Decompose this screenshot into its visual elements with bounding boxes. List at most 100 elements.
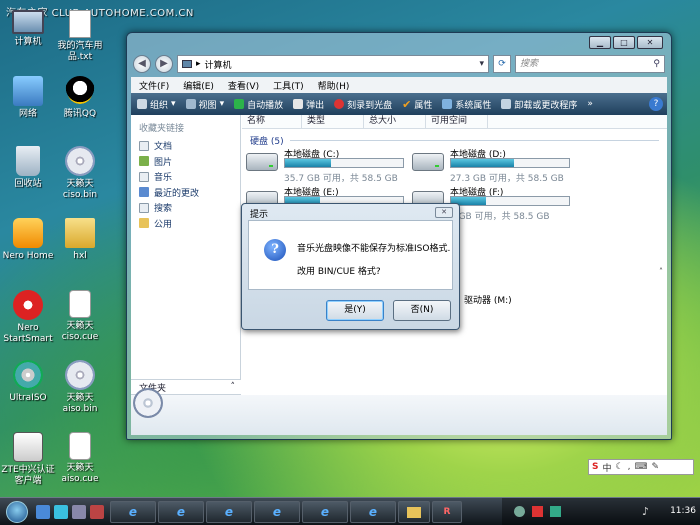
nav-item-searches[interactable]: 搜索: [131, 200, 240, 216]
views-button[interactable]: 视图 ▾: [185, 98, 224, 111]
ie-quicklaunch-icon[interactable]: [54, 505, 68, 519]
search-input[interactable]: 搜索 ⚲: [515, 55, 665, 73]
organize-button[interactable]: 组织 ▾: [137, 98, 176, 111]
taskbar-button-app[interactable]: R: [432, 501, 462, 523]
help-icon[interactable]: ?: [649, 97, 663, 111]
recent-changes-icon: [139, 187, 149, 198]
back-button[interactable]: ◀: [133, 55, 151, 73]
drive-usage-bar: [450, 196, 570, 206]
uninstall-programs-button[interactable]: 卸载或更改程序: [501, 98, 577, 111]
address-row: ◀ ▶ ▸ 计算机 ▾ ⟳ 搜索 ⚲: [133, 53, 665, 75]
tray-icon[interactable]: [514, 506, 525, 517]
yes-button[interactable]: 是(Y): [326, 300, 384, 321]
dialog-close-button[interactable]: ✕: [435, 207, 453, 218]
minimize-button[interactable]: ▁: [589, 36, 611, 49]
taskbar-button-ie-1[interactable]: e: [110, 501, 156, 523]
no-button[interactable]: 否(N): [393, 300, 451, 321]
taskbar-button-ie-6[interactable]: e: [350, 501, 396, 523]
desktop-icon-nero-startsmart[interactable]: Nero StartSmart: [0, 290, 56, 345]
column-header-total-size[interactable]: 总大小: [364, 115, 426, 128]
tray-icon[interactable]: [550, 506, 561, 517]
desktop-icon-network[interactable]: 网络: [0, 76, 56, 120]
search-placeholder: 搜索: [520, 59, 539, 69]
column-header-type[interactable]: 类型: [302, 115, 364, 128]
eject-button[interactable]: 弹出: [293, 98, 324, 111]
desktop-icon-text-file[interactable]: 我的汽车用品.txt: [52, 10, 108, 63]
nav-item-pictures[interactable]: 图片: [131, 154, 240, 170]
column-header-free-space[interactable]: 可用空间: [426, 115, 488, 128]
menu-tools[interactable]: 工具(T): [273, 79, 304, 92]
nav-item-public[interactable]: 公用: [131, 216, 240, 232]
nero-startsmart-icon: [13, 290, 43, 320]
nav-item-label: 图片: [154, 157, 173, 168]
search-icon[interactable]: ⚲: [653, 56, 664, 72]
taskbar-button-ie-2[interactable]: e: [158, 501, 204, 523]
start-button[interactable]: [6, 501, 28, 523]
desktop-icon-zte[interactable]: ZTE中兴认证客户端: [0, 432, 56, 487]
tray-icon[interactable]: [532, 506, 543, 517]
column-header-name[interactable]: 名称: [242, 115, 302, 128]
forward-button[interactable]: ▶: [155, 55, 173, 73]
desktop-icon-hxl[interactable]: hxl: [52, 218, 108, 262]
drive-free-space: 27.3 GB 可用，共 58.5 GB: [450, 174, 564, 184]
chevron-down-icon[interactable]: ▾: [475, 59, 488, 69]
desktop-icon-nero-home[interactable]: Nero Home: [0, 218, 56, 262]
properties-button[interactable]: ✔ 属性: [402, 98, 432, 111]
group-collapse-icon[interactable]: ˄: [659, 267, 663, 276]
dialog-title: 提示: [250, 210, 269, 220]
menu-edit[interactable]: 编辑(E): [183, 79, 214, 92]
views-icon: [185, 99, 196, 109]
drive-free-space: 35.7 GB 可用，共 58.5 GB: [284, 174, 398, 184]
media-quicklaunch-icon[interactable]: [90, 505, 104, 519]
desktop-icon-label: 天籁天ciso.cue: [61, 321, 99, 342]
switch-windows-icon[interactable]: [72, 505, 86, 519]
burn-to-disc-button[interactable]: 刻录到光盘: [334, 98, 392, 111]
nav-item-music[interactable]: 音乐: [131, 169, 240, 185]
desktop-icon-ciso-bin[interactable]: 天籁天ciso.bin: [52, 146, 108, 201]
show-desktop-icon[interactable]: [36, 505, 50, 519]
taskbar-button-ie-4[interactable]: e: [254, 501, 300, 523]
ime-settings-icon[interactable]: ✎: [651, 462, 659, 472]
text-file-icon: [69, 10, 91, 38]
nav-item-label: 搜索: [154, 204, 173, 215]
group-label: 硬盘 (5): [250, 137, 284, 147]
keyboard-icon[interactable]: ⌨: [634, 462, 647, 472]
taskbar: e e e e e e R ♪ 11:36: [0, 497, 700, 525]
system-properties-icon: [442, 99, 453, 109]
drive-usage-fill: [285, 159, 332, 167]
punctuation-icon[interactable]: ,: [628, 462, 631, 472]
group-header-hard-disks[interactable]: 硬盘 (5): [242, 129, 667, 147]
system-properties-button[interactable]: 系统属性: [442, 98, 491, 111]
desktop-icon-ultraiso[interactable]: UltraISO: [0, 360, 56, 404]
moon-icon[interactable]: ☾: [616, 462, 624, 472]
nav-item-recent-changes[interactable]: 最近的更改: [131, 185, 240, 201]
menu-file[interactable]: 文件(F): [139, 79, 169, 92]
ime-chinese-icon[interactable]: 中: [602, 461, 611, 474]
desktop-icon-ciso-cue[interactable]: 天籁天ciso.cue: [52, 290, 108, 343]
clock[interactable]: 11:36: [670, 506, 696, 516]
maximize-button[interactable]: □: [613, 36, 635, 49]
desktop-icon-label: UltraISO: [9, 393, 47, 403]
taskbar-button-folder[interactable]: [398, 501, 430, 523]
drive-c[interactable]: 本地磁盘 (C:) 35.7 GB 可用，共 58.5 GB: [246, 147, 406, 184]
menu-help[interactable]: 帮助(H): [318, 79, 350, 92]
menu-view[interactable]: 查看(V): [228, 79, 259, 92]
taskbar-button-ie-3[interactable]: e: [206, 501, 252, 523]
nav-item-documents[interactable]: 文档: [131, 138, 240, 154]
drive-d[interactable]: 本地磁盘 (D:) 27.3 GB 可用，共 58.5 GB: [412, 147, 572, 184]
removable-drive-label[interactable]: 驱动器 (M:): [464, 293, 512, 306]
desktop-icon-computer[interactable]: 计算机: [0, 10, 56, 48]
group-divider: [289, 140, 659, 141]
desktop-icon-aiso-cue[interactable]: 天籁天aiso.cue: [52, 432, 108, 485]
more-chevron-icon[interactable]: »: [587, 99, 593, 109]
desktop-icon-qq[interactable]: 腾讯QQ: [52, 76, 108, 120]
desktop-icon-aiso-bin[interactable]: 天籁天aiso.bin: [52, 360, 108, 415]
desktop-icon-recycle-bin[interactable]: 回收站: [0, 146, 56, 190]
refresh-button[interactable]: ⟳: [493, 55, 511, 73]
autoplay-button[interactable]: 自动播放: [234, 98, 283, 111]
close-button[interactable]: ✕: [637, 36, 663, 49]
taskbar-button-ie-5[interactable]: e: [302, 501, 348, 523]
address-bar[interactable]: ▸ 计算机 ▾: [177, 55, 489, 73]
volume-icon[interactable]: ♪: [642, 505, 649, 518]
ime-toolbar[interactable]: S 中 ☾ , ⌨ ✎: [588, 459, 694, 475]
